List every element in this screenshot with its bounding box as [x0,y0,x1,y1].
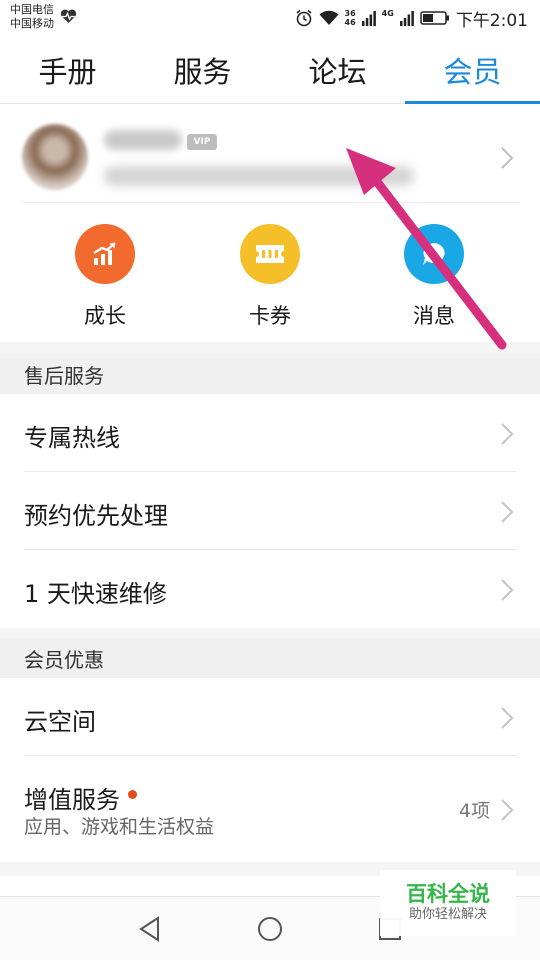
row-label: 1 天快速维修 [24,580,167,608]
watermark: 百科全说 助你轻松解决 [380,870,516,936]
home-circle-icon [258,917,282,941]
health-heart-icon [60,9,77,23]
back-button[interactable] [132,911,168,947]
page: 中国电信 中国移动 36 46 4G 下午2:01 手册 服务 论坛 会员 VI… [0,0,540,960]
chevron-right-icon [501,423,514,445]
message-bubble-icon [404,224,464,284]
chevron-right-icon [501,707,514,729]
chevron-right-icon [501,579,514,601]
signal-icon [399,11,414,26]
growth-chart-icon [75,224,135,284]
list-item-hotline[interactable]: 专属热线 [0,394,540,472]
section-header-member-benefits: 会员优惠 [0,638,540,678]
row-subtitle: 应用、游戏和生活权益 [24,816,215,838]
tab-manual[interactable]: 手册 [0,36,135,103]
battery-icon [420,11,449,25]
list-item-priority-booking[interactable]: 预约优先处理 [0,472,540,550]
watermark-subtitle: 助你轻松解决 [408,907,487,922]
clock-time: 下午2:01 [455,10,528,31]
ticket-icon [240,224,300,284]
chevron-right-icon [501,501,514,523]
username-redacted [104,130,182,150]
watermark-title: 百科全说 [406,882,490,906]
row-count: 4项 [458,800,490,822]
profile-row[interactable]: VIP [0,104,540,202]
quick-action-messages[interactable]: 消息 [384,224,484,330]
tab-service[interactable]: 服务 [135,36,270,103]
new-badge-dot [128,789,137,799]
quick-action-growth[interactable]: 成长 [55,224,155,330]
tab-forum[interactable]: 论坛 [270,36,405,103]
carrier-2: 中国移动 [10,17,54,30]
list-item-value-added-services[interactable]: 增值服务 应用、游戏和生活权益 4项 [0,756,540,862]
list-item-cloud-space[interactable]: 云空间 [0,678,540,756]
chevron-right-icon [501,147,514,169]
vip-badge: VIP [187,134,217,150]
list-item-fast-repair[interactable]: 1 天快速维修 [0,550,540,628]
back-triangle-icon [139,916,159,942]
profile-card: VIP 成长 卡券 消息 [0,104,540,342]
quick-action-coupons[interactable]: 卡券 [220,224,320,330]
signal-icon [361,11,376,26]
row-label: 预约优先处理 [24,502,168,530]
network-tag-4g: 4G [381,9,394,18]
quick-action-label: 卡券 [249,304,291,328]
status-bar: 中国电信 中国移动 36 46 4G 下午2:01 [0,0,540,36]
divider [22,202,518,203]
alarm-icon [296,9,312,27]
quick-action-label: 消息 [413,304,455,328]
network-tag: 36 [344,9,356,18]
account-info-redacted [104,166,414,186]
wifi-icon [319,10,339,25]
status-indicators: 36 46 4G 下午2:01 [295,0,528,36]
carrier-1: 中国电信 [10,3,54,16]
quick-action-label: 成长 [84,304,126,328]
row-label: 增值服务 [24,786,120,814]
home-button[interactable] [252,911,288,947]
row-label: 专属热线 [24,424,120,452]
avatar [22,124,88,190]
main-tabs: 手册 服务 论坛 会员 [0,36,540,104]
section-header-after-sales: 售后服务 [0,354,540,394]
chevron-right-icon [501,799,514,821]
tab-member[interactable]: 会员 [405,36,540,104]
row-label-with-dot: 增值服务 [24,780,137,815]
network-tag: 46 [344,18,356,27]
carrier-info: 中国电信 中国移动 [10,3,54,31]
row-label: 云空间 [24,708,96,736]
network-tags-1: 36 46 [345,9,356,27]
